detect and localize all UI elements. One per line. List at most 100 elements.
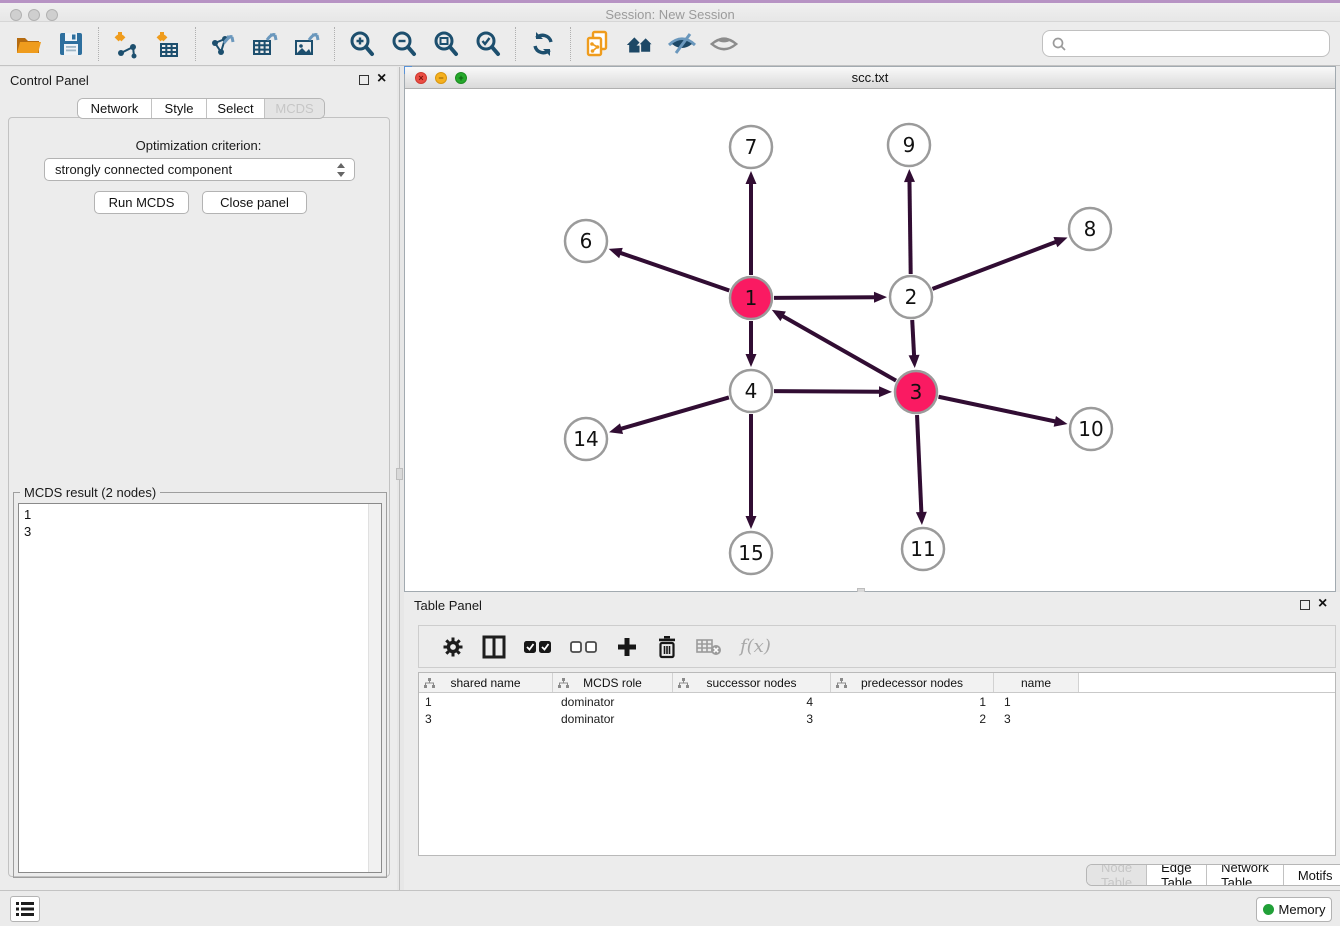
graph-node-4[interactable]: 4 — [730, 370, 772, 412]
zoom-out-icon[interactable] — [388, 28, 420, 60]
show-panels-button[interactable] — [10, 896, 40, 922]
mcds-result-title: MCDS result (2 nodes) — [20, 485, 160, 500]
graph-edge-1-2[interactable] — [774, 297, 876, 298]
tab-network[interactable]: Network — [78, 99, 152, 118]
result-scrollbar[interactable] — [368, 504, 381, 872]
svg-text:2: 2 — [905, 285, 918, 309]
home-icon[interactable] — [624, 28, 656, 60]
function-builder-icon[interactable]: f(x) — [740, 634, 771, 660]
table-cell[interactable]: 4 — [673, 695, 831, 709]
panel-splitter-handle[interactable] — [396, 468, 403, 480]
graph-node-7[interactable]: 7 — [730, 126, 772, 168]
optimization-criterion-select[interactable]: strongly connected component — [44, 158, 355, 181]
graph-edge-1-6[interactable] — [619, 252, 729, 290]
eye-slash-icon[interactable] — [666, 28, 698, 60]
column-header-mcds-role[interactable]: MCDS role — [553, 673, 673, 692]
graph-node-11[interactable]: 11 — [902, 528, 944, 570]
graph-edge-arrow — [1054, 416, 1068, 427]
close-panel-icon[interactable]: × — [377, 70, 386, 88]
graph-edge-2-3[interactable] — [912, 320, 914, 357]
control-panel: Control Panel × Network Style Select MCD… — [0, 67, 397, 890]
graph-edge-4-14[interactable] — [620, 397, 729, 429]
svg-text:3: 3 — [910, 380, 923, 404]
export-table-icon[interactable] — [249, 28, 281, 60]
tab-node-table[interactable]: Node Table — [1087, 865, 1147, 885]
graph-node-15[interactable]: 15 — [730, 532, 772, 574]
zoom-in-icon[interactable] — [346, 28, 378, 60]
run-mcds-button[interactable]: Run MCDS — [94, 191, 189, 214]
graph-edge-3-10[interactable] — [939, 397, 1057, 422]
column-header-successor-nodes[interactable]: successor nodes — [673, 673, 831, 692]
close-panel-button[interactable]: Close panel — [202, 191, 307, 214]
eye-icon[interactable] — [708, 28, 740, 60]
table-cell[interactable]: dominator — [553, 712, 673, 726]
control-panel-tabs: Network Style Select MCDS — [77, 98, 325, 119]
column-header-name[interactable]: name — [994, 673, 1079, 692]
tab-mcds[interactable]: MCDS — [265, 99, 324, 118]
graph-edge-arrow — [746, 516, 757, 529]
column-header-shared-name[interactable]: shared name — [419, 673, 553, 692]
add-column-icon[interactable] — [616, 634, 638, 660]
column-header-predecessor-nodes[interactable]: predecessor nodes — [831, 673, 994, 692]
settings-gear-icon[interactable] — [442, 634, 464, 660]
graph-node-9[interactable]: 9 — [888, 124, 930, 166]
close-table-panel-icon[interactable]: × — [1318, 595, 1327, 613]
import-network-icon[interactable] — [110, 28, 142, 60]
graph-node-6[interactable]: 6 — [565, 220, 607, 262]
export-network-icon[interactable] — [207, 28, 239, 60]
table-cell[interactable]: 1 — [419, 695, 553, 709]
select-all-checkboxes-icon[interactable] — [524, 634, 552, 660]
float-panel-icon[interactable] — [359, 75, 369, 85]
refresh-icon[interactable] — [527, 28, 559, 60]
delete-table-icon[interactable] — [696, 634, 722, 660]
tab-style[interactable]: Style — [152, 99, 207, 118]
copy-network-icon[interactable] — [582, 28, 614, 60]
mcds-result-textarea[interactable]: 1 3 — [18, 503, 382, 873]
split-columns-icon[interactable] — [482, 634, 506, 660]
tab-motifs[interactable]: Motifs — [1284, 865, 1340, 885]
table-cell[interactable]: 2 — [831, 712, 994, 726]
table-cell[interactable]: 1 — [994, 695, 1079, 709]
network-canvas[interactable]: 7 9 6 8 1 2 4 3 14 10 15 11 — [405, 89, 1335, 591]
graph-node-1[interactable]: 1 — [730, 277, 772, 319]
graph-edge-3-11[interactable] — [917, 415, 921, 514]
graph-edge-2-8[interactable] — [933, 241, 1058, 288]
open-folder-icon[interactable] — [13, 28, 45, 60]
network-graph[interactable]: 7 9 6 8 1 2 4 3 14 10 15 11 — [405, 89, 1335, 591]
search-field[interactable] — [1042, 30, 1330, 57]
graph-node-3[interactable]: 3 — [895, 371, 937, 413]
table-cell[interactable]: 1 — [831, 695, 994, 709]
table-cell[interactable]: 3 — [994, 712, 1079, 726]
graph-node-2[interactable]: 2 — [890, 276, 932, 318]
graph-edge-arrow — [916, 512, 927, 525]
save-icon[interactable] — [55, 28, 87, 60]
table-cell[interactable]: dominator — [553, 695, 673, 709]
tab-edge-table[interactable]: Edge Table — [1147, 865, 1207, 885]
memory-button[interactable]: Memory — [1256, 897, 1332, 922]
deselect-all-checkboxes-icon[interactable] — [570, 634, 598, 660]
table-cell[interactable]: 3 — [673, 712, 831, 726]
table-cell[interactable]: 3 — [419, 712, 553, 726]
import-table-icon[interactable] — [152, 28, 184, 60]
svg-text:15: 15 — [738, 541, 763, 565]
graph-edge-4-3[interactable] — [774, 391, 881, 392]
float-table-panel-icon[interactable] — [1300, 600, 1310, 610]
tab-network-table[interactable]: Network Table — [1207, 865, 1284, 885]
tab-select[interactable]: Select — [207, 99, 265, 118]
search-input[interactable] — [1069, 36, 1329, 51]
graph-node-14[interactable]: 14 — [565, 418, 607, 460]
graph-edge-3-1[interactable] — [781, 315, 896, 380]
table-row[interactable]: 1dominator411 — [419, 693, 1335, 710]
delete-column-icon[interactable] — [656, 634, 678, 660]
svg-text:7: 7 — [745, 135, 758, 159]
zoom-fit-icon[interactable] — [430, 28, 462, 60]
export-image-icon[interactable] — [291, 28, 323, 60]
table-row[interactable]: 3dominator323 — [419, 710, 1335, 727]
zoom-selected-icon[interactable] — [472, 28, 504, 60]
selected-option: strongly connected component — [55, 162, 232, 177]
control-panel-title: Control Panel — [10, 73, 89, 88]
network-frame-titlebar: × − + scc.txt — [405, 67, 1335, 89]
graph-node-10[interactable]: 10 — [1070, 408, 1112, 450]
graph-node-8[interactable]: 8 — [1069, 208, 1111, 250]
graph-edge-2-9[interactable] — [909, 180, 910, 274]
